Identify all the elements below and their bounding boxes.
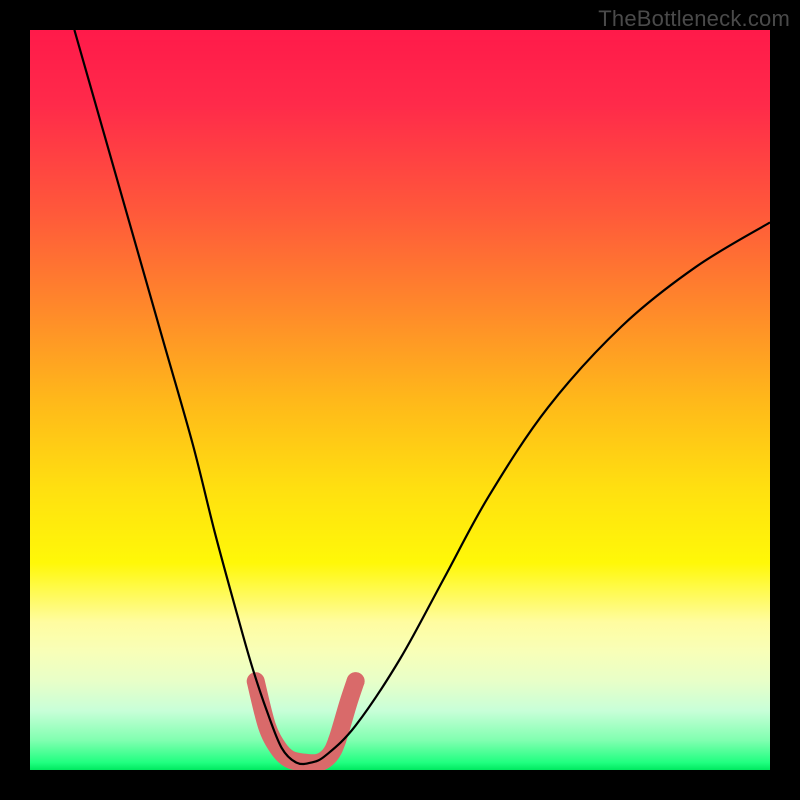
bottleneck-curve (74, 30, 770, 764)
chart-plot-area (30, 30, 770, 770)
watermark-text: TheBottleneck.com (598, 6, 790, 32)
marker-layer (256, 672, 365, 763)
highlight-dot (347, 672, 365, 690)
bottleneck-chart (30, 30, 770, 770)
